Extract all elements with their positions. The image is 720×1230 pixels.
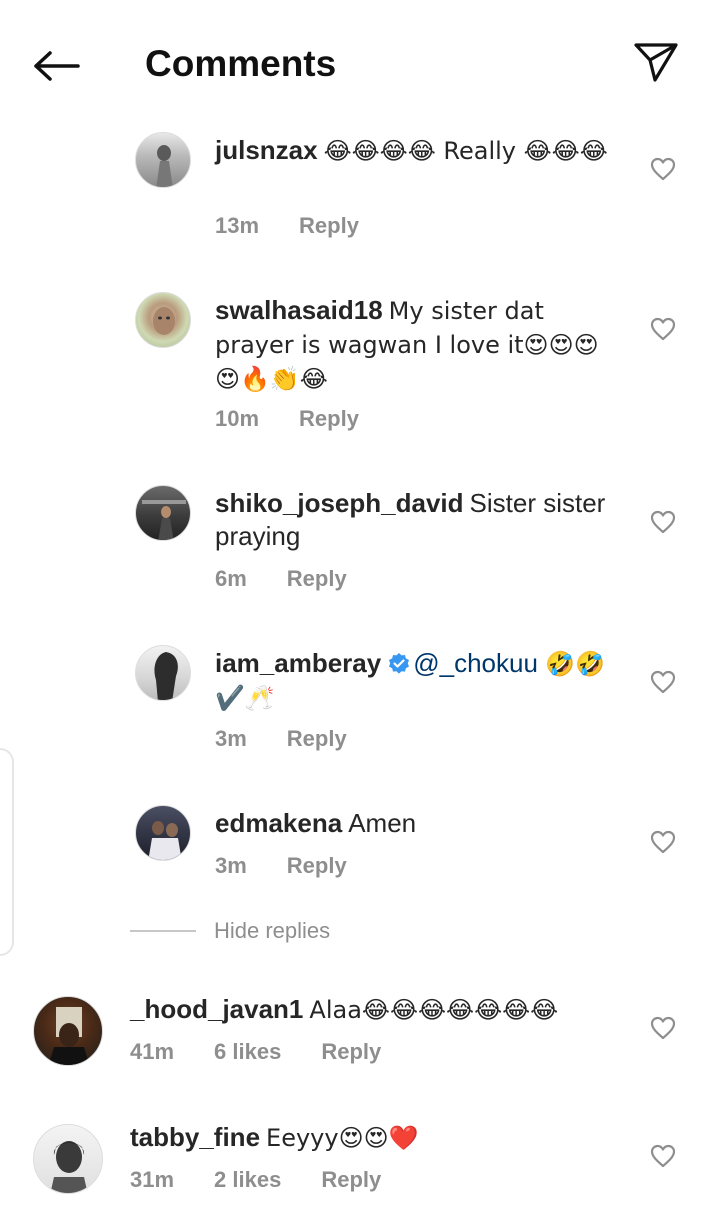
mention-link[interactable]: @_chokuu <box>413 648 538 678</box>
like-count[interactable]: 2 likes <box>214 1166 281 1194</box>
comment-text: shiko_joseph_david Sister sister praying <box>215 487 620 553</box>
comment-meta: 13m Reply <box>215 212 399 240</box>
reply-button[interactable]: Reply <box>299 405 359 433</box>
reply-button[interactable]: Reply <box>321 1038 381 1066</box>
reply-button[interactable]: Reply <box>299 212 359 240</box>
comment-time: 31m <box>130 1167 175 1192</box>
avatar[interactable] <box>135 645 191 701</box>
like-button[interactable] <box>648 827 678 857</box>
like-button[interactable] <box>648 507 678 537</box>
comment-time: 6m <box>215 566 247 591</box>
comment-text: swalhasaid18 My sister dat prayer is wagw… <box>215 294 620 396</box>
page-title: Comments <box>145 43 337 84</box>
comment-username[interactable]: shiko_joseph_david <box>215 488 464 518</box>
header: Comments <box>0 0 720 120</box>
like-button[interactable] <box>648 154 678 184</box>
paper-plane-icon <box>634 43 678 82</box>
comment-username[interactable]: iam_amberay <box>215 648 381 678</box>
heart-icon <box>650 830 676 854</box>
comment-time: 13m <box>215 213 260 238</box>
comment-username[interactable]: tabby_fine <box>130 1122 260 1152</box>
comment-message: Amen <box>348 808 417 838</box>
comment-meta: 3m Reply <box>215 852 387 880</box>
like-button[interactable] <box>648 667 678 697</box>
comment-username[interactable]: julsnzax <box>215 135 318 165</box>
heart-icon <box>650 157 676 181</box>
comment-meta: 41m 6 likes Reply <box>130 1038 421 1066</box>
comment-text: edmakena Amen <box>215 807 620 840</box>
heart-icon <box>650 670 676 694</box>
like-button[interactable] <box>648 1013 678 1043</box>
back-arrow-icon <box>34 51 80 81</box>
heart-icon <box>650 1016 676 1040</box>
like-button[interactable] <box>648 1141 678 1171</box>
hide-replies-button[interactable]: Hide replies <box>214 918 330 944</box>
comment-message: Alaa😂😂😂😂😂😂😂 <box>309 996 559 1024</box>
comment-username[interactable]: edmakena <box>215 808 342 838</box>
avatar[interactable] <box>135 292 191 348</box>
hide-replies-row[interactable]: Hide replies <box>130 918 330 944</box>
like-count[interactable]: 6 likes <box>214 1038 281 1066</box>
comment-time: 3m <box>215 853 247 878</box>
reply-button[interactable]: Reply <box>287 852 347 880</box>
heart-icon <box>650 1144 676 1168</box>
avatar[interactable] <box>135 805 191 861</box>
comment-meta: 31m 2 likes Reply <box>130 1166 421 1194</box>
comment-meta: 3m Reply <box>215 725 387 753</box>
avatar[interactable] <box>135 485 191 541</box>
comment-time: 10m <box>215 406 260 431</box>
avatar[interactable] <box>33 996 103 1066</box>
reply-button[interactable]: Reply <box>287 725 347 753</box>
comment-meta: 10m Reply <box>215 405 399 433</box>
avatar[interactable] <box>135 132 191 188</box>
comment-message: Eeyyy😍😍❤️ <box>266 1124 419 1152</box>
verified-badge-icon <box>389 653 410 674</box>
divider <box>130 930 196 932</box>
comment-text: tabby_fine Eeyyy😍😍❤️ <box>130 1121 620 1155</box>
heart-icon <box>650 317 676 341</box>
comment-text: _hood_javan1 Alaa😂😂😂😂😂😂😂 <box>130 993 620 1027</box>
comment-message: 😂😂😂😂 Really 😂😂😂 <box>323 137 608 165</box>
comment-time: 41m <box>130 1039 175 1064</box>
back-button[interactable] <box>28 42 84 90</box>
edge-panel-handle[interactable] <box>0 748 14 956</box>
reply-button[interactable]: Reply <box>287 565 347 593</box>
comment-text: iam_amberay @_chokuu 🤣🤣✔️🥂 <box>215 647 620 715</box>
comment-time: 3m <box>215 726 247 751</box>
like-button[interactable] <box>648 314 678 344</box>
comment-username[interactable]: swalhasaid18 <box>215 295 383 325</box>
heart-icon <box>650 510 676 534</box>
comment-text: julsnzax 😂😂😂😂 Really 😂😂😂 <box>215 134 620 168</box>
share-button[interactable] <box>628 36 684 88</box>
reply-button[interactable]: Reply <box>321 1166 381 1194</box>
comment-meta: 6m Reply <box>215 565 387 593</box>
avatar[interactable] <box>33 1124 103 1194</box>
comment-username[interactable]: _hood_javan1 <box>130 994 303 1024</box>
